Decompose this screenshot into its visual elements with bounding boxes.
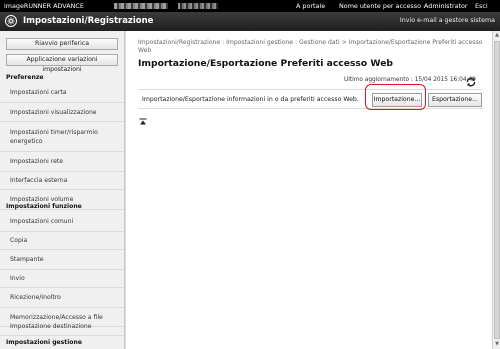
portal-link[interactable]: A portale xyxy=(296,2,325,10)
back-to-top-icon[interactable] xyxy=(139,111,147,125)
sidebar-item-paper-settings[interactable]: Impostazioni carta xyxy=(0,83,124,103)
panel-description: Importazione/Esportazione informazioni i… xyxy=(142,96,359,103)
device-location-redacted xyxy=(178,3,218,9)
settings-gear-icon xyxy=(5,15,17,27)
sidebar-item-copy[interactable]: Copia xyxy=(0,232,124,250)
username: Administrator xyxy=(424,2,468,10)
email-admin-link[interactable]: Invio e-mail a gestore sistema xyxy=(400,17,495,24)
restart-device-button[interactable]: Riavvio periferica xyxy=(6,38,118,50)
brand-name: imageRUNNER ADVANCE xyxy=(4,2,84,10)
import-button-highlight xyxy=(365,84,426,110)
sidebar-item-send[interactable]: Invio xyxy=(0,270,124,288)
logout-link[interactable]: Esci xyxy=(475,2,488,10)
main-content: Impostazioni/Registrazione : Impostazion… xyxy=(126,31,492,349)
sidebar-item-receive-forward[interactable]: Ricezione/Inoltro xyxy=(0,288,124,308)
sidebar-item-network-settings[interactable]: Impostazioni rete xyxy=(0,152,124,172)
section-impostazioni-gestione: Impostazioni gestione xyxy=(6,339,82,346)
scroll-down-icon[interactable]: ▼ xyxy=(494,341,500,348)
title-bar: Impostazioni/Registrazione Invio e-mail … xyxy=(0,12,500,31)
sidebar-item-display-settings[interactable]: Impostazioni visualizzazione xyxy=(0,103,124,122)
top-bar: imageRUNNER ADVANCE A portale Nome utent… xyxy=(0,0,500,12)
page-header-title: Impostazioni/Registrazione xyxy=(23,16,154,26)
scroll-up-icon[interactable]: ▲ xyxy=(494,32,500,39)
import-export-panel: Importazione/Esportazione informazioni i… xyxy=(138,89,482,109)
sidebar-item-common-settings[interactable]: Impostazioni comuni xyxy=(0,211,124,232)
section-impostazioni-funzione: Impostazioni funzione xyxy=(6,203,82,210)
scrollbar-thumb[interactable] xyxy=(494,41,500,339)
sidebar-item-external-interface[interactable]: Interfaccia esterna xyxy=(0,172,124,190)
sidebar-item-printer[interactable]: Stampante xyxy=(0,250,124,270)
refresh-icon[interactable] xyxy=(465,73,477,87)
breadcrumb: Impostazioni/Registrazione : Impostazion… xyxy=(138,39,483,55)
apply-changes-button[interactable]: Applicazione variazioni impostazioni xyxy=(6,54,118,73)
last-updated: Ultimo aggiornamento : 15/04 2015 16:04:… xyxy=(344,77,476,83)
page-scrollbar[interactable]: ▲ ▼ xyxy=(492,31,500,349)
page-title: Importazione/Esportazione Preferiti acce… xyxy=(138,58,394,69)
sidebar-item-destination-settings[interactable]: Impostazione destinazione xyxy=(0,318,124,336)
export-button[interactable]: Esportazione... xyxy=(428,93,482,107)
device-name-redacted xyxy=(114,3,168,9)
sidebar-item-timer-settings[interactable]: Impostazioni timer/risparmio energetico xyxy=(0,122,124,152)
user-label: Nome utente per accesso : xyxy=(339,2,426,10)
sidebar: Riavvio periferica Applicazione variazio… xyxy=(0,31,125,349)
section-preferenze: Preferenze xyxy=(6,74,44,81)
